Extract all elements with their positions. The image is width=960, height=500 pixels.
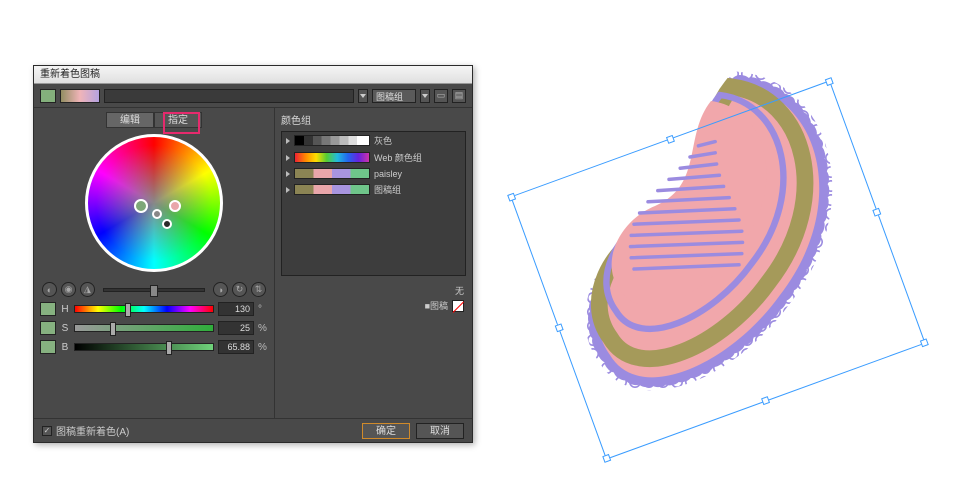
chevron-down-icon <box>360 94 366 98</box>
preset-field[interactable] <box>104 89 354 103</box>
color-group-row[interactable]: paisley <box>282 166 465 181</box>
selection-handle[interactable] <box>555 323 564 332</box>
mode-segmented-wheel-icon[interactable]: ◉ <box>61 282 76 297</box>
hsb-controls: H 130 ° S 25% B 65.88% <box>40 302 268 354</box>
hsb-row-s: S 25% <box>40 321 268 335</box>
selection-handle[interactable] <box>507 193 516 202</box>
dialog-main: 编辑 指定 ◐ ◉ ◮ ◑ ↻ ⇅ H 130 ° S 25% B 65.88% 颜色组 灰… <box>34 108 472 418</box>
hsb-label: H <box>60 304 70 315</box>
color-group-name: 图稿组 <box>374 183 401 196</box>
recolor-art-label: ■图稿 <box>425 299 448 312</box>
wheel-handle[interactable] <box>162 219 172 229</box>
none-label: 无 <box>455 284 464 297</box>
recolor-checkbox-label: 图稿重新着色(A) <box>56 423 129 438</box>
color-group-swatches <box>294 152 370 163</box>
save-group-icon[interactable]: ▤ <box>452 89 466 103</box>
hsb-unit: ° <box>258 304 268 315</box>
hsb-slider[interactable] <box>74 324 214 332</box>
color-group-name: Web 颜色组 <box>374 151 422 164</box>
hsb-row-h: H 130 ° <box>40 302 268 316</box>
hsb-label: S <box>60 323 70 334</box>
dialog-button-row: 确定 取消 <box>362 423 464 439</box>
hsb-row-b: B 65.88% <box>40 340 268 354</box>
color-group-swatches <box>294 135 370 146</box>
hsb-label: B <box>60 342 70 353</box>
color-group-row[interactable]: 图稿组 <box>282 181 465 198</box>
disclosure-triangle-icon[interactable] <box>286 171 290 177</box>
edit-pane: 编辑 指定 ◐ ◉ ◮ ◑ ↻ ⇅ H 130 ° S 25% B 65.88% <box>34 108 274 418</box>
tab-assign[interactable]: 指定 <box>154 112 202 128</box>
active-color-swatch[interactable] <box>40 89 56 103</box>
color-group-name: 灰色 <box>374 134 392 147</box>
harmony-link-icon[interactable]: ◑ <box>213 282 228 297</box>
wheel-mode-row: ◐ ◉ ◮ ◑ ↻ ⇅ <box>40 282 268 297</box>
color-group-row[interactable]: 灰色 <box>282 132 465 149</box>
color-group-dropdown-button[interactable] <box>420 89 430 103</box>
none-swatch-icon[interactable] <box>452 300 464 312</box>
color-group-swatches <box>294 168 370 179</box>
disclosure-triangle-icon[interactable] <box>286 187 290 193</box>
tab-edit[interactable]: 编辑 <box>106 112 154 128</box>
artwork-colors-strip[interactable] <box>60 89 100 103</box>
color-groups-pane: 颜色组 灰色 Web 颜色组 paisley 图稿组 无 ■图稿 <box>274 108 472 418</box>
color-group-row[interactable]: Web 颜色组 <box>282 149 465 166</box>
wheel-handle[interactable] <box>134 199 148 213</box>
hsb-swatch <box>40 321 56 335</box>
ok-button[interactable]: 确定 <box>362 423 410 439</box>
recolor-dialog: 重新着色图稿 图稿组 ▭ ▤ 编辑 指定 ◐ ◉ ◮ ◑ ↻ <box>33 65 473 443</box>
top-toolbar: 图稿组 ▭ ▤ <box>34 84 472 108</box>
cancel-button[interactable]: 取消 <box>416 423 464 439</box>
hsb-swatch <box>40 302 56 316</box>
recolor-checkbox-row[interactable]: ✓ 图稿重新着色(A) <box>42 423 129 438</box>
recolor-checkbox[interactable]: ✓ <box>42 426 52 436</box>
disclosure-triangle-icon[interactable] <box>286 138 290 144</box>
chevron-down-icon <box>422 94 428 98</box>
wheel-handle[interactable] <box>169 200 181 212</box>
wheel-handle[interactable] <box>152 209 162 219</box>
brightness-slider[interactable] <box>103 288 205 292</box>
hsb-value-field[interactable]: 130 <box>218 302 254 316</box>
dialog-footer: ✓ 图稿重新着色(A) 确定 取消 <box>34 418 472 442</box>
reset-colors-icon[interactable]: ↻ <box>232 282 247 297</box>
color-group-name: paisley <box>374 169 402 179</box>
selection-handle[interactable] <box>920 338 929 347</box>
disclosure-triangle-icon[interactable] <box>286 155 290 161</box>
color-groups-list: 灰色 Web 颜色组 paisley 图稿组 <box>281 131 466 276</box>
preset-dropdown-button[interactable] <box>358 89 368 103</box>
color-group-name-field[interactable]: 图稿组 <box>372 89 416 103</box>
dialog-title: 重新着色图稿 <box>34 66 472 84</box>
hsb-swatch <box>40 340 56 354</box>
mode-bars-icon[interactable]: ◮ <box>80 282 95 297</box>
folder-icon[interactable]: ▭ <box>434 89 448 103</box>
mode-smooth-wheel-icon[interactable]: ◐ <box>42 282 57 297</box>
random-order-icon[interactable]: ⇅ <box>251 282 266 297</box>
color-groups-title: 颜色组 <box>281 112 466 127</box>
color-wheel[interactable] <box>85 134 223 272</box>
color-group-swatches <box>294 184 370 195</box>
color-wheel-wrap <box>40 134 268 272</box>
tab-strip: 编辑 指定 <box>40 112 268 128</box>
hsb-value-field[interactable]: 65.88 <box>218 340 254 354</box>
hsb-slider[interactable] <box>74 343 214 351</box>
hsb-unit: % <box>258 342 268 353</box>
hsb-value-field[interactable]: 25 <box>218 321 254 335</box>
none-color-row: 无 <box>281 284 466 297</box>
hsb-slider[interactable] <box>74 305 214 313</box>
hsb-unit: % <box>258 323 268 334</box>
selection-handle[interactable] <box>666 135 675 144</box>
canvas-area <box>540 25 920 475</box>
